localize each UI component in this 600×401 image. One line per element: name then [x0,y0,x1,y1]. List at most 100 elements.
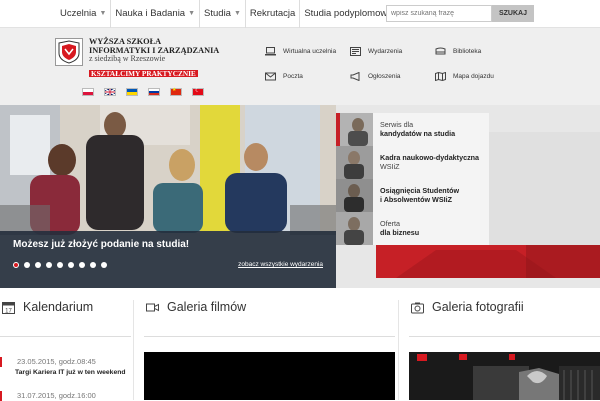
divider [409,336,600,337]
video-player[interactable] [144,352,395,400]
divider [0,336,131,337]
menu-item-studia-podyplomowe[interactable]: Studia podyplomowe [299,0,396,28]
logo-tagline: KSZTAŁCIMY PRAKTYCZNIE [89,68,198,78]
panel-line-2: kandydatów na studia [380,129,456,138]
panel-item-kandydaci[interactable]: Serwis dla kandydatów na studia [336,113,489,146]
achievements-thumbnail [336,179,373,212]
event-title: Targi Kariera IT już w ten weekend [15,369,126,376]
flag-ru-icon[interactable] [148,88,160,96]
video-camera-icon [146,303,159,311]
quicklink-label: Poczta [283,73,303,80]
quicklink-poczta[interactable]: Poczta [265,72,303,81]
hero-headline[interactable]: Możesz już złożyć podanie na studia! [13,239,189,250]
menu-item-nauka-i-badania[interactable]: Nauka i Badania ▼ [110,0,199,28]
section-title[interactable]: Kalendarium [23,300,93,314]
panel-item-osiagniecia[interactable]: Osiągnięcia Studentów i Absolwentów WSIi… [336,179,489,212]
panel-red-banner [376,245,600,278]
library-icon [435,47,446,55]
quicklink-label: Wydarzenia [368,48,403,55]
quicklink-label: Mapa dojazdu [453,73,494,80]
divider [144,336,395,337]
university-logo[interactable]: WYŻSZA SZKOŁA INFORMATYKI I ZARZĄDZANIA … [55,37,219,81]
menu-item-label: Studia [204,8,231,19]
laptop-icon [265,47,276,56]
slider-dot[interactable] [24,262,30,268]
flag-tr-icon[interactable]: ☾ [192,88,204,96]
quicklink-biblioteka[interactable]: Biblioteka [435,47,481,56]
main-menu: Uczelnia ▼ Nauka i Badania ▼ Studia ▼ Re… [56,0,397,28]
panel-line-1: Oferta [380,219,400,228]
quicklink-wirtualna-uczelnia[interactable]: Wirtualna uczelnia [265,47,336,56]
slider-pagination [13,262,107,268]
map-icon [435,72,446,81]
panel-item-kadra[interactable]: Kadra naukowo-dydaktyczna WSIiZ [336,146,489,179]
panel-item-oferta-dla-biznesu[interactable]: Oferta dla biznesu [336,212,489,245]
quicklink-label: Wirtualna uczelnia [283,48,337,55]
photo-gallery-preview[interactable] [409,352,600,400]
slider-dot[interactable] [79,262,85,268]
calendar-event[interactable]: 23.05.2015, godz.08:45 Targi Kariera IT … [0,357,132,376]
search-form: SZUKAJ [386,5,534,22]
slider-dot[interactable] [35,262,41,268]
photos-section-header: Galeria fotografii [411,300,524,314]
slider-dot[interactable] [46,262,52,268]
flag-zh-icon[interactable]: ★ [170,87,182,96]
slider-dot[interactable] [68,262,74,268]
caret-down-icon: ▼ [188,10,196,17]
caret-down-icon: ▼ [99,10,107,17]
menu-item-label: Uczelnia [60,8,97,19]
menu-item-label: Studia podyplomowe [304,8,393,19]
search-button[interactable]: SZUKAJ [492,5,534,22]
menu-item-label: Rekrutacja [249,8,296,19]
business-thumbnail [336,212,373,245]
slider-dot[interactable] [90,262,96,268]
quick-access-panel: Serwis dla kandydatów na studia Kadra na… [336,105,600,288]
quicklink-label: Ogłoszenia [368,73,401,80]
section-title[interactable]: Galeria filmów [167,300,246,314]
column-divider [133,300,134,400]
newspaper-icon [350,47,361,56]
flag-pl-icon[interactable] [82,88,94,96]
quicklink-label: Biblioteka [453,48,482,55]
panel-background [489,132,600,245]
crest-icon [55,38,83,66]
panel-line-2: i Absolwentów WSIiZ [380,195,453,204]
menu-item-rekrutacja[interactable]: Rekrutacja [244,0,299,28]
camera-icon [411,302,424,313]
all-events-link[interactable]: zobacz wszystkie wydarzenia [238,261,323,268]
calendar-icon-number: 17 [5,308,12,314]
menu-item-studia[interactable]: Studia ▼ [199,0,245,28]
top-navigation-bar: Uczelnia ▼ Nauka i Badania ▼ Studia ▼ Re… [0,0,600,28]
caret-down-icon: ▼ [233,10,241,17]
language-selector: ★ ☾ [82,87,204,96]
candidates-thumbnail [336,113,373,146]
megaphone-icon [350,72,360,81]
hero-caption: Możesz już złożyć podanie na studia! zob… [0,231,336,288]
panel-line-2: WSIiZ [380,162,400,171]
slider-dot[interactable] [13,262,19,268]
flag-en-icon[interactable] [104,88,116,96]
menu-item-uczelnia[interactable]: Uczelnia ▼ [56,0,110,28]
slider-dot[interactable] [57,262,63,268]
hero-slider[interactable]: Możesz już złożyć podanie na studia! zob… [0,105,336,288]
logo-line-3: z siedzibą w Rzeszowie [89,54,166,64]
panel-line-1: Osiągnięcia Studentów [380,186,460,195]
quicklink-mapa-dojazdu[interactable]: Mapa dojazdu [435,72,494,81]
quicklink-wydarzenia[interactable]: Wydarzenia [350,47,402,56]
films-section-header: Galeria filmów [146,300,246,314]
mail-icon [265,72,276,81]
calendar-icon: 17 [2,301,15,314]
staff-thumbnail [336,146,373,179]
panel-line-1: Kadra naukowo-dydaktyczna [380,153,480,162]
panel-line-2: dla biznesu [380,228,420,237]
flag-uk-icon[interactable] [126,88,138,96]
quicklink-ogloszenia[interactable]: Ogłoszenia [350,72,401,81]
section-title[interactable]: Galeria fotografii [432,300,524,314]
calendar-section-header: 17 Kalendarium [2,300,93,314]
event-date: 23.05.2015, godz.08:45 [0,357,132,367]
panel-line-1: Serwis dla [380,120,414,129]
search-input[interactable] [386,5,492,22]
menu-item-label: Nauka i Badania [115,8,186,19]
site-header: WYŻSZA SZKOŁA INFORMATYKI I ZARZĄDZANIA … [0,28,600,105]
slider-dot[interactable] [101,262,107,268]
